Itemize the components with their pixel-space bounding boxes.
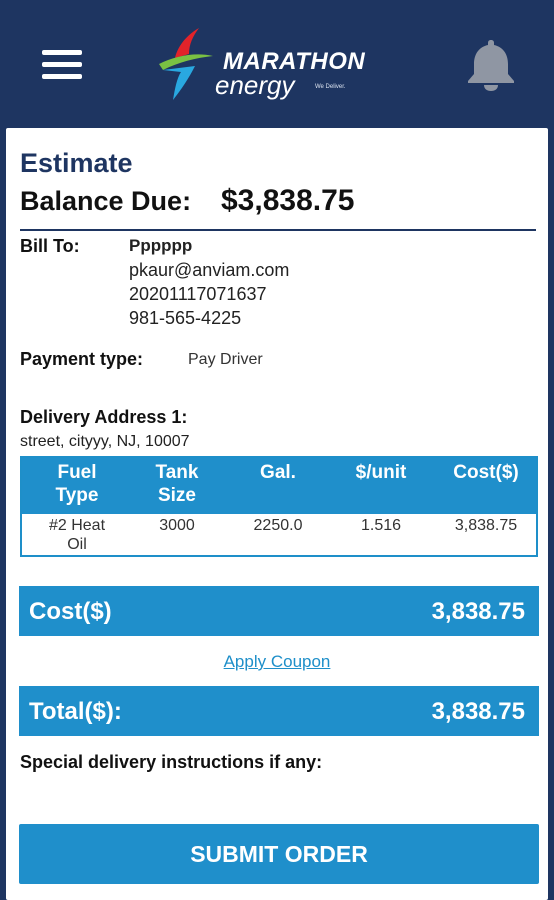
logo-mark-icon [159,28,213,100]
cell-fuel-type: #2 Heat Oil [48,517,106,553]
header-fuel-type: Fuel Type [55,462,99,506]
brand-logo: MARATHON energy We Deliver. [155,26,395,106]
special-instructions-label: Special delivery instructions if any: [20,752,323,772]
total-summary-bar: Total($): 3,838.75 [19,686,539,736]
payment-type-value: Pay Driver [188,351,263,368]
estimate-card: Estimate Balance Due: $3,838.75 Bill To:… [6,128,548,900]
order-table: Fuel Type Tank Size Gal. $/unit Cost($) #2… [20,456,538,557]
brand-sub: energy [215,70,295,100]
table-header: Fuel Type Tank Size Gal. $/unit Cost($) [22,458,536,514]
app-header: MARATHON energy We Deliver. [0,0,554,128]
cost-label: Cost($) [29,598,112,625]
cost-summary-bar: Cost($) 3,838.75 [19,586,539,636]
header-cost: Cost($) [453,462,519,483]
delivery-address-value: street, cityyy, NJ, 10007 [20,433,190,450]
total-label: Total($): [29,698,122,725]
notification-bell-icon[interactable] [462,36,520,92]
total-value: 3,838.75 [431,698,525,725]
bill-to-account: 20201117071637 [129,284,267,304]
hamburger-menu-icon[interactable] [42,50,82,80]
bill-to-name: Pppppp [129,236,193,255]
header-tank-size: Tank Size [155,462,199,506]
delivery-address-label: Delivery Address 1: [20,407,188,427]
balance-due-value: $3,838.75 [221,184,355,217]
payment-type-label: Payment type: [20,349,144,369]
bill-to-phone: 981-565-4225 [129,308,242,328]
apply-coupon-link[interactable]: Apply Coupon [6,652,548,672]
divider [20,229,536,231]
cell-tank-size: 3000 [159,517,195,534]
brand-tagline: We Deliver. [315,84,346,90]
cell-gallons: 2250.0 [253,517,303,534]
cell-cost: 3,838.75 [454,517,518,534]
header-unit-price: $/unit [355,462,407,483]
bill-to-email: pkaur@anviam.com [129,260,290,280]
submit-order-button[interactable]: SUBMIT ORDER [19,824,539,884]
bill-to-label: Bill To: [20,236,80,256]
header-gallons: Gal. [260,462,296,483]
balance-due-label: Balance Due: [20,186,192,216]
cell-unit-price: 1.516 [360,517,402,534]
estimate-title: Estimate [20,148,133,178]
cost-value: 3,838.75 [431,598,525,625]
